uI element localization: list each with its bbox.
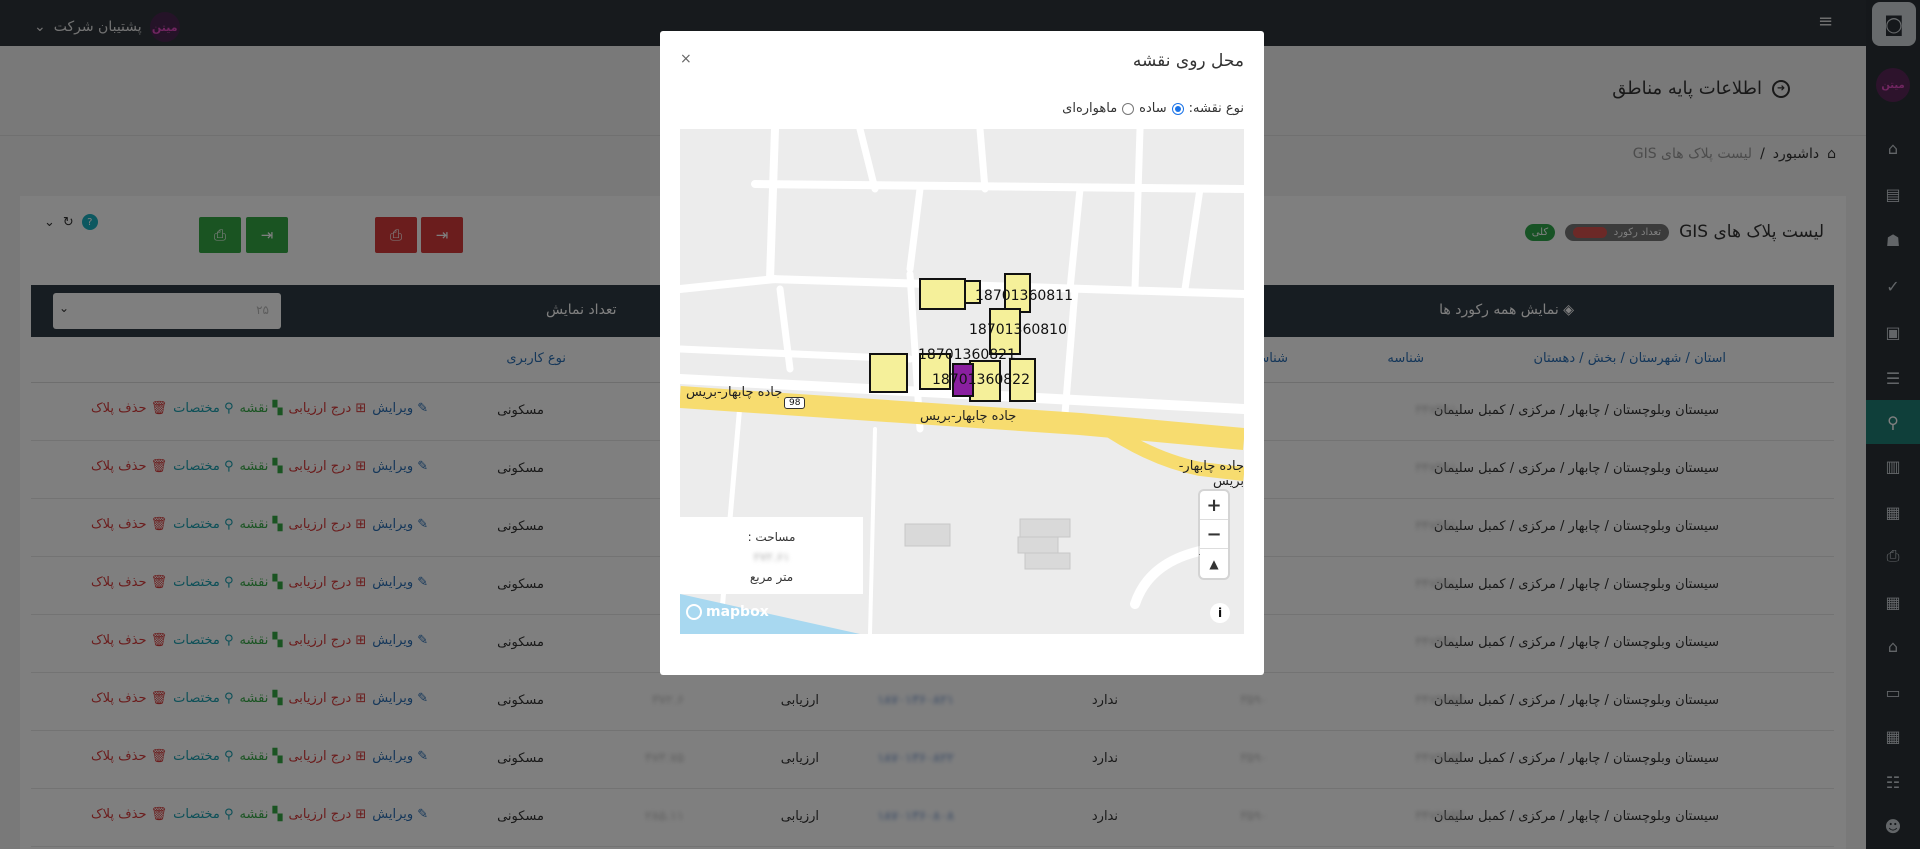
radio-satellite-label[interactable]: ماهواره‌ای <box>1062 101 1117 116</box>
road-number-shield: 98 <box>784 397 806 409</box>
zoom-out-button[interactable]: − <box>1200 520 1228 549</box>
zoom-control: + − ▲ <box>1200 491 1228 578</box>
radio-simple-label[interactable]: ساده <box>1139 101 1166 116</box>
area-label: مساحت : <box>747 530 796 544</box>
parcel-label: 18701360821 <box>918 347 1016 363</box>
mapbox-icon <box>686 604 702 620</box>
close-icon[interactable]: × <box>680 51 692 67</box>
mapbox-text: mapbox <box>706 604 769 620</box>
map-type-label: نوع نقشه: <box>1188 101 1244 116</box>
zoom-in-button[interactable]: + <box>1200 491 1228 520</box>
area-value: ۲۷۲.۶۱ <box>753 550 790 564</box>
map-modal: محل روی نقشه × نوع نقشه: ساده ماهواره‌ای <box>660 31 1264 675</box>
parcel-label: 18701360822 <box>932 372 1030 388</box>
radio-satellite[interactable] <box>1122 102 1135 115</box>
area-unit: متر مربع <box>749 570 794 584</box>
parcel-label: 18701360810 <box>969 322 1067 338</box>
parcel-label: 18701360811 <box>975 288 1073 304</box>
mapbox-logo[interactable]: mapbox <box>686 604 769 620</box>
info-icon[interactable]: i <box>1210 603 1230 623</box>
road-label: جاده چابهار-بریس <box>1178 459 1244 489</box>
road-label: جاده چابهار-بریس <box>686 385 783 400</box>
map-type-selector: نوع نقشه: ساده ماهواره‌ای <box>1062 101 1244 116</box>
area-box: مساحت : ۲۷۲.۶۱ متر مربع <box>680 517 863 594</box>
modal-title: محل روی نقشه <box>1132 51 1244 71</box>
radio-simple[interactable] <box>1171 102 1184 115</box>
compass-button[interactable]: ▲ <box>1200 549 1228 578</box>
road-label: جاده چابهار-بریس <box>920 409 1017 424</box>
map-view[interactable]: 18701360811 18701360810 18701360821 1870… <box>680 129 1244 634</box>
